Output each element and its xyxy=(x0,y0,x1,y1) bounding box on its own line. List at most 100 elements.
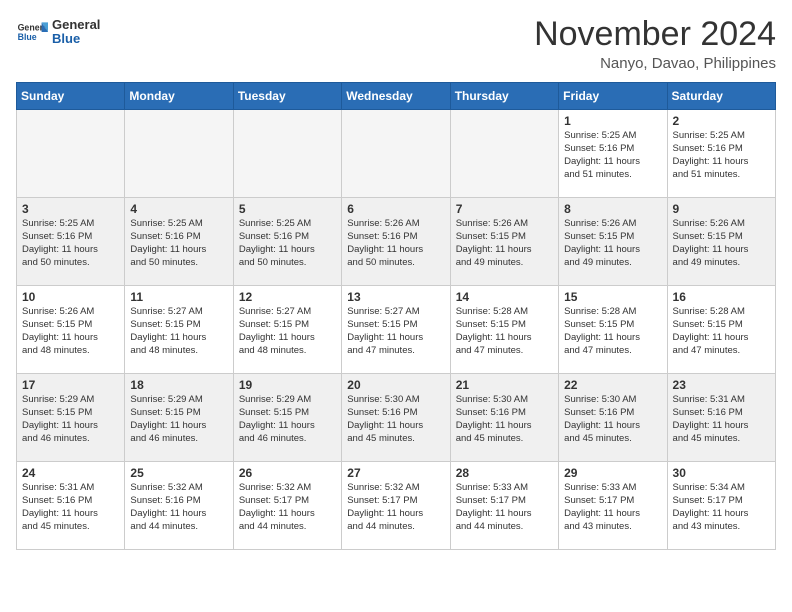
logo-general: General xyxy=(52,18,100,32)
day-number-5: 5 xyxy=(239,202,336,216)
day-number-23: 23 xyxy=(673,378,770,392)
calendar-cell-w2-d2: 4 Sunrise: 5:25 AM Sunset: 5:16 PM Daylig… xyxy=(125,198,233,286)
day-number-8: 8 xyxy=(564,202,661,216)
header-thursday: Thursday xyxy=(450,83,558,110)
day-content-11: Sunrise: 5:27 AM Sunset: 5:15 PM Dayligh… xyxy=(130,306,227,357)
calendar-cell-w3-d3: 12 Sunrise: 5:27 AM Sunset: 5:15 PM Dayli… xyxy=(233,286,341,374)
day-number-3: 3 xyxy=(22,202,119,216)
day-number-4: 4 xyxy=(130,202,227,216)
day-number-6: 6 xyxy=(347,202,444,216)
day-content-13: Sunrise: 5:27 AM Sunset: 5:15 PM Dayligh… xyxy=(347,306,444,357)
calendar-cell-w3-d1: 10 Sunrise: 5:26 AM Sunset: 5:15 PM Dayli… xyxy=(17,286,125,374)
calendar-week-5: 24 Sunrise: 5:31 AM Sunset: 5:16 PM Dayli… xyxy=(17,462,776,550)
day-content-21: Sunrise: 5:30 AM Sunset: 5:16 PM Dayligh… xyxy=(456,394,553,445)
day-content-22: Sunrise: 5:30 AM Sunset: 5:16 PM Dayligh… xyxy=(564,394,661,445)
day-content-10: Sunrise: 5:26 AM Sunset: 5:15 PM Dayligh… xyxy=(22,306,119,357)
day-content-30: Sunrise: 5:34 AM Sunset: 5:17 PM Dayligh… xyxy=(673,482,770,533)
day-content-6: Sunrise: 5:26 AM Sunset: 5:16 PM Dayligh… xyxy=(347,218,444,269)
day-number-10: 10 xyxy=(22,290,119,304)
calendar-cell-w3-d7: 16Sunrise: 5:28 AM Sunset: 5:15 PM Dayli… xyxy=(667,286,775,374)
calendar-cell-w2-d6: 8 Sunrise: 5:26 AM Sunset: 5:15 PM Daylig… xyxy=(559,198,667,286)
page: General Blue General Blue November 2024 … xyxy=(0,0,792,562)
day-content-25: Sunrise: 5:32 AM Sunset: 5:16 PM Dayligh… xyxy=(130,482,227,533)
calendar-cell-w2-d1: 3 Sunrise: 5:25 AM Sunset: 5:16 PM Daylig… xyxy=(17,198,125,286)
calendar-cell-w1-d3 xyxy=(233,110,341,198)
calendar-cell-w4-d6: 22 Sunrise: 5:30 AM Sunset: 5:16 PM Dayli… xyxy=(559,374,667,462)
day-number-25: 25 xyxy=(130,466,227,480)
day-number-15: 15 xyxy=(564,290,661,304)
header: General Blue General Blue November 2024 … xyxy=(16,16,776,72)
calendar-cell-w5-d1: 24 Sunrise: 5:31 AM Sunset: 5:16 PM Dayli… xyxy=(17,462,125,550)
svg-text:Blue: Blue xyxy=(18,32,37,42)
day-number-27: 27 xyxy=(347,466,444,480)
day-content-19: Sunrise: 5:29 AM Sunset: 5:15 PM Dayligh… xyxy=(239,394,336,445)
calendar-cell-w5-d7: 30Sunrise: 5:34 AM Sunset: 5:17 PM Dayli… xyxy=(667,462,775,550)
day-number-12: 12 xyxy=(239,290,336,304)
day-number-7: 7 xyxy=(456,202,553,216)
header-wednesday: Wednesday xyxy=(342,83,450,110)
day-content-14: Sunrise: 5:28 AM Sunset: 5:15 PM Dayligh… xyxy=(456,306,553,357)
calendar-cell-w1-d2 xyxy=(125,110,233,198)
calendar-cell-w1-d1 xyxy=(17,110,125,198)
location: Nanyo, Davao, Philippines xyxy=(534,55,776,72)
logo-icon: General Blue xyxy=(16,16,48,48)
day-number-29: 29 xyxy=(564,466,661,480)
day-content-17: Sunrise: 5:29 AM Sunset: 5:15 PM Dayligh… xyxy=(22,394,119,445)
day-content-18: Sunrise: 5:29 AM Sunset: 5:15 PM Dayligh… xyxy=(130,394,227,445)
calendar-cell-w1-d5 xyxy=(450,110,558,198)
title-block: November 2024 Nanyo, Davao, Philippines xyxy=(534,16,776,72)
day-number-20: 20 xyxy=(347,378,444,392)
calendar-cell-w3-d2: 11 Sunrise: 5:27 AM Sunset: 5:15 PM Dayli… xyxy=(125,286,233,374)
calendar-cell-w4-d1: 17Sunrise: 5:29 AM Sunset: 5:15 PM Dayli… xyxy=(17,374,125,462)
calendar-cell-w4-d4: 20 Sunrise: 5:30 AM Sunset: 5:16 PM Dayli… xyxy=(342,374,450,462)
day-content-2: Sunrise: 5:25 AM Sunset: 5:16 PM Dayligh… xyxy=(673,130,770,181)
day-number-16: 16 xyxy=(673,290,770,304)
calendar-cell-w3-d4: 13 Sunrise: 5:27 AM Sunset: 5:15 PM Dayli… xyxy=(342,286,450,374)
day-content-26: Sunrise: 5:32 AM Sunset: 5:17 PM Dayligh… xyxy=(239,482,336,533)
calendar-cell-w1-d7: 2 Sunrise: 5:25 AM Sunset: 5:16 PM Daylig… xyxy=(667,110,775,198)
header-saturday: Saturday xyxy=(667,83,775,110)
day-content-15: Sunrise: 5:28 AM Sunset: 5:15 PM Dayligh… xyxy=(564,306,661,357)
calendar-cell-w5-d5: 28 Sunrise: 5:33 AM Sunset: 5:17 PM Dayli… xyxy=(450,462,558,550)
day-content-24: Sunrise: 5:31 AM Sunset: 5:16 PM Dayligh… xyxy=(22,482,119,533)
day-number-11: 11 xyxy=(130,290,227,304)
calendar-cell-w5-d2: 25 Sunrise: 5:32 AM Sunset: 5:16 PM Dayli… xyxy=(125,462,233,550)
calendar-cell-w5-d4: 27 Sunrise: 5:32 AM Sunset: 5:17 PM Dayli… xyxy=(342,462,450,550)
day-content-4: Sunrise: 5:25 AM Sunset: 5:16 PM Dayligh… xyxy=(130,218,227,269)
calendar-cell-w1-d4 xyxy=(342,110,450,198)
calendar-week-4: 17Sunrise: 5:29 AM Sunset: 5:15 PM Dayli… xyxy=(17,374,776,462)
header-monday: Monday xyxy=(125,83,233,110)
day-content-20: Sunrise: 5:30 AM Sunset: 5:16 PM Dayligh… xyxy=(347,394,444,445)
day-number-14: 14 xyxy=(456,290,553,304)
header-friday: Friday xyxy=(559,83,667,110)
calendar-cell-w2-d5: 7Sunrise: 5:26 AM Sunset: 5:15 PM Daylig… xyxy=(450,198,558,286)
logo: General Blue General Blue xyxy=(16,16,100,48)
calendar-header-row: Sunday Monday Tuesday Wednesday Thursday… xyxy=(17,83,776,110)
calendar-week-2: 3 Sunrise: 5:25 AM Sunset: 5:16 PM Daylig… xyxy=(17,198,776,286)
calendar-cell-w4-d5: 21 Sunrise: 5:30 AM Sunset: 5:16 PM Dayli… xyxy=(450,374,558,462)
day-content-8: Sunrise: 5:26 AM Sunset: 5:15 PM Dayligh… xyxy=(564,218,661,269)
day-number-22: 22 xyxy=(564,378,661,392)
day-number-9: 9 xyxy=(673,202,770,216)
day-number-1: 1 xyxy=(564,114,661,128)
day-number-28: 28 xyxy=(456,466,553,480)
month-title: November 2024 xyxy=(534,16,776,53)
calendar-cell-w1-d6: 1Sunrise: 5:25 AM Sunset: 5:16 PM Daylig… xyxy=(559,110,667,198)
calendar-cell-w2-d3: 5Sunrise: 5:25 AM Sunset: 5:16 PM Daylig… xyxy=(233,198,341,286)
calendar-cell-w4-d7: 23Sunrise: 5:31 AM Sunset: 5:16 PM Dayli… xyxy=(667,374,775,462)
calendar-cell-w4-d2: 18Sunrise: 5:29 AM Sunset: 5:15 PM Dayli… xyxy=(125,374,233,462)
day-content-12: Sunrise: 5:27 AM Sunset: 5:15 PM Dayligh… xyxy=(239,306,336,357)
calendar-cell-w5-d3: 26 Sunrise: 5:32 AM Sunset: 5:17 PM Dayli… xyxy=(233,462,341,550)
calendar-table: Sunday Monday Tuesday Wednesday Thursday… xyxy=(16,82,776,550)
day-number-21: 21 xyxy=(456,378,553,392)
calendar-cell-w3-d6: 15 Sunrise: 5:28 AM Sunset: 5:15 PM Dayli… xyxy=(559,286,667,374)
day-number-2: 2 xyxy=(673,114,770,128)
day-content-3: Sunrise: 5:25 AM Sunset: 5:16 PM Dayligh… xyxy=(22,218,119,269)
day-number-26: 26 xyxy=(239,466,336,480)
calendar-week-3: 10 Sunrise: 5:26 AM Sunset: 5:15 PM Dayli… xyxy=(17,286,776,374)
day-content-28: Sunrise: 5:33 AM Sunset: 5:17 PM Dayligh… xyxy=(456,482,553,533)
day-number-19: 19 xyxy=(239,378,336,392)
day-number-24: 24 xyxy=(22,466,119,480)
day-content-27: Sunrise: 5:32 AM Sunset: 5:17 PM Dayligh… xyxy=(347,482,444,533)
day-number-13: 13 xyxy=(347,290,444,304)
